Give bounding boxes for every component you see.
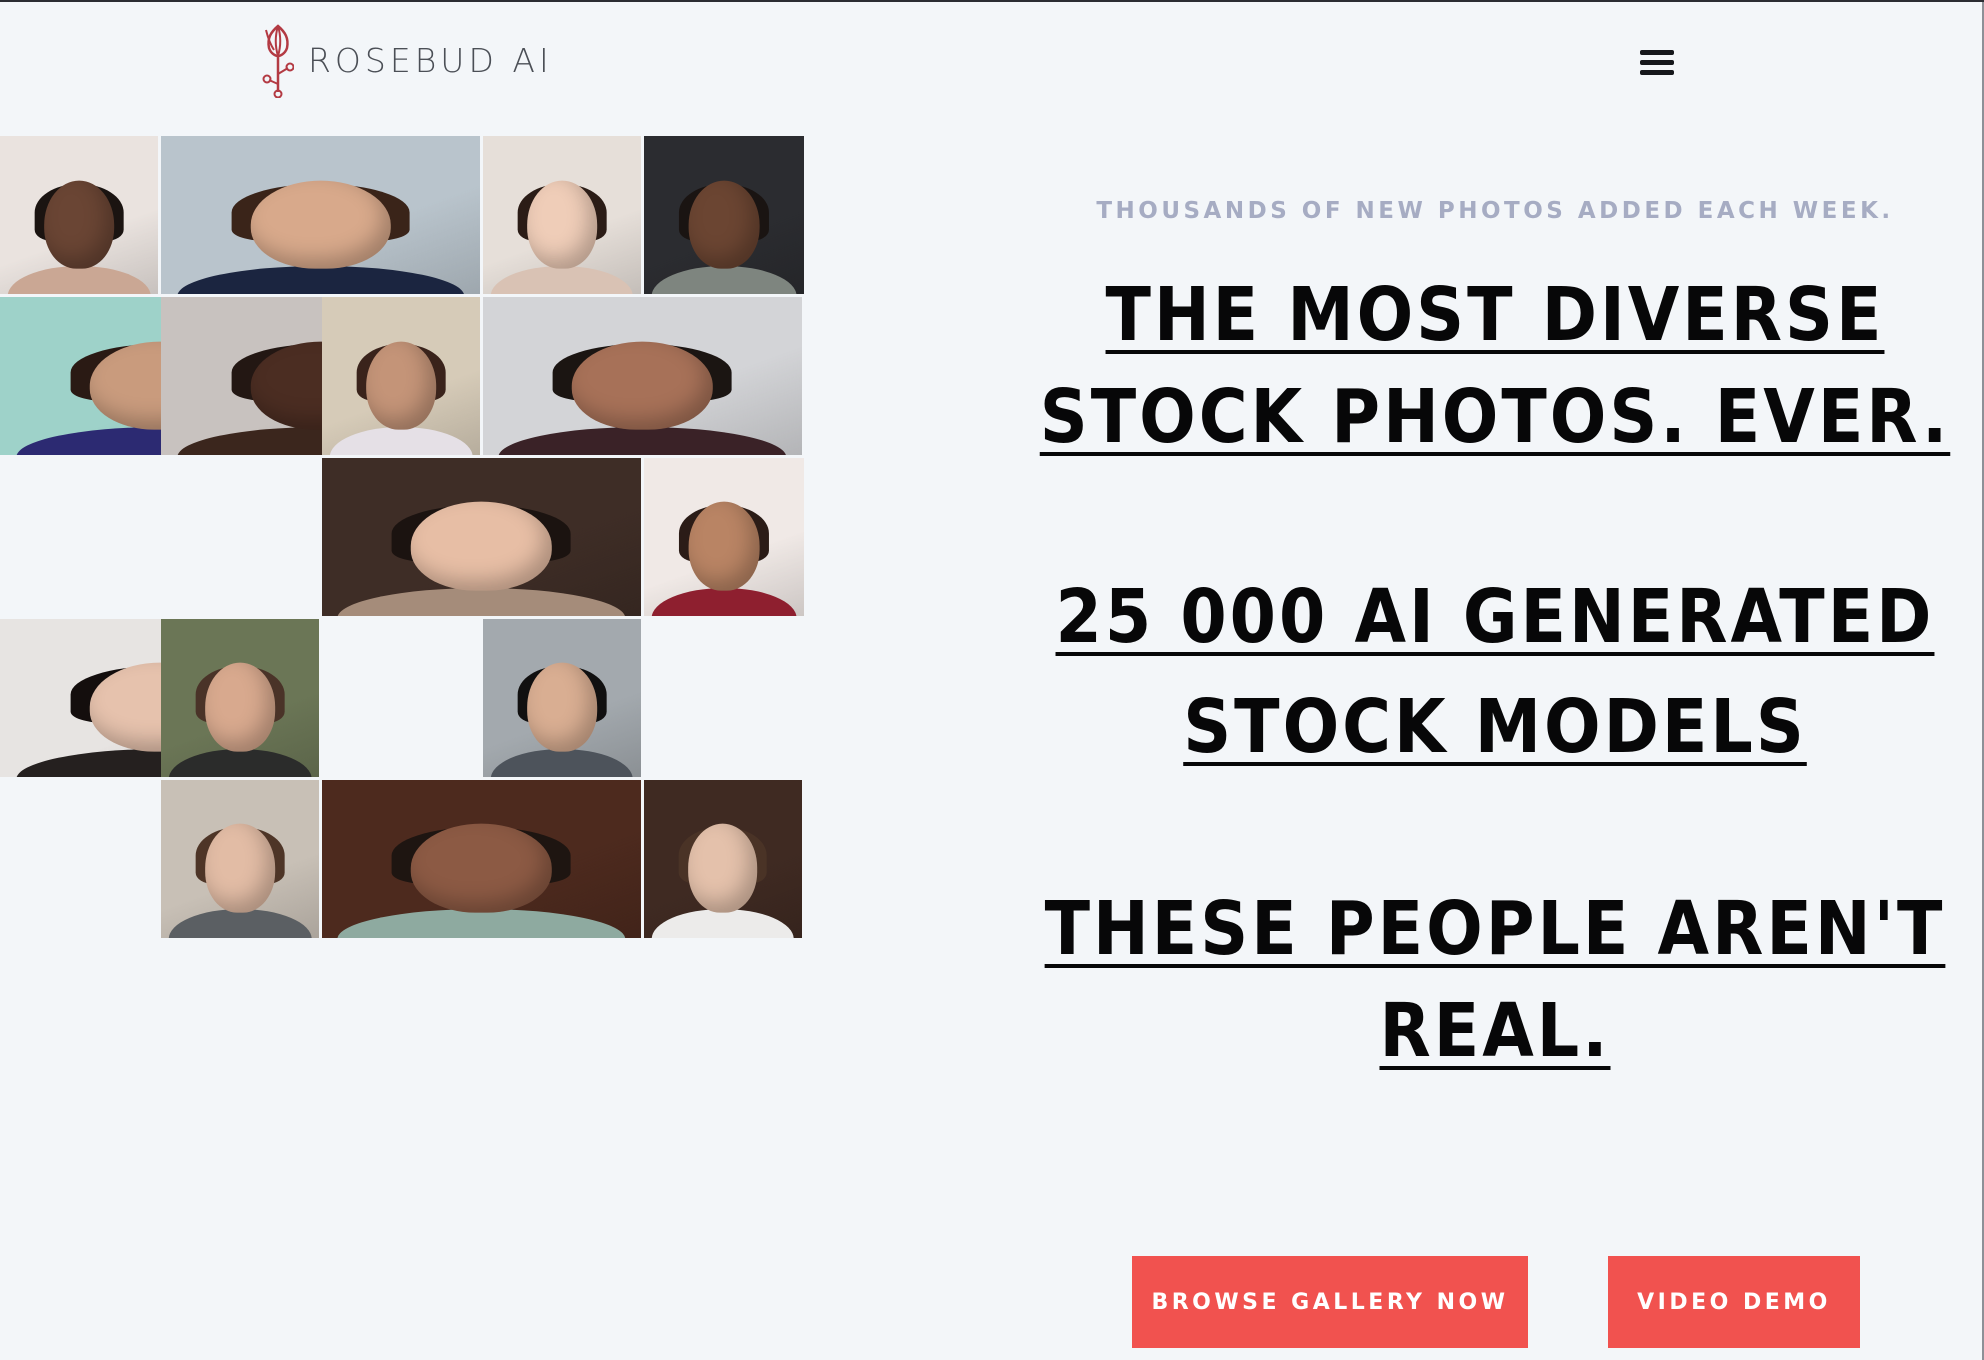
portrait-body [329,426,473,456]
portrait-woman-beach-floral[interactable] [321,296,481,456]
portrait-body [490,265,634,295]
portrait-man-black-hair[interactable] [482,618,642,778]
portrait-woman-hand-face[interactable] [160,618,320,778]
portrait-face [527,180,597,270]
portrait-body [490,748,634,778]
portrait-body [7,265,151,295]
portrait-face [411,502,552,591]
portrait-woman-natural-light[interactable] [643,779,802,938]
headline-not-real-line1: THESE PEOPLE AREN'T [1044,886,1946,972]
brand-name: ROSEBUD AI [308,40,553,80]
portrait-body [498,426,786,456]
portrait-face [687,823,758,913]
headline-diverse: THE MOST DIVERSE STOCK PHOTOS. EVER. [1010,264,1980,468]
rose-bud-icon [262,24,294,98]
portrait-man-suit-glass-hallway[interactable] [160,136,481,295]
hero-kicker: THOUSANDS OF NEW PHOTOS ADDED EACH WEEK. [1096,198,1894,224]
portrait-face [572,341,713,430]
portrait-face [527,663,597,752]
brand-logo[interactable]: ROSEBUD AI [262,22,553,98]
video-demo-button[interactable]: VIDEO DEMO [1608,1256,1860,1348]
portrait-face [44,180,115,270]
headline-models-line1: 25 000 AI GENERATED [1055,574,1935,660]
headline-models: 25 000 AI GENERATED STOCK MODELS [1010,562,1980,782]
portrait-woman-red-lips[interactable] [482,136,642,295]
portrait-face [688,502,760,591]
portrait-body [337,909,626,938]
portrait-body [337,587,626,617]
portrait-body [176,265,465,295]
portrait-woman-grey-jumpsuit-street[interactable] [643,136,805,295]
portrait-body [651,587,797,617]
portrait-man-curly-hair-outdoors[interactable] [321,779,642,938]
portrait-man-burgundy-suit[interactable] [482,296,802,456]
headline-models-line2: STOCK MODELS [1183,684,1807,770]
portrait-body [651,265,797,295]
portrait-woman-red-sequin-dress[interactable] [643,457,805,617]
hamburger-menu-icon[interactable] [1640,50,1674,76]
portrait-body [651,909,795,938]
headline-diverse-line2: STOCK PHOTOS. EVER. [1039,374,1951,460]
headline-not-real: THESE PEOPLE AREN'T REAL. [1010,878,1980,1082]
browse-gallery-button[interactable]: BROWSE GALLERY NOW [1132,1256,1528,1348]
headline-not-real-line2: REAL. [1379,988,1611,1074]
portrait-gallery-grid [0,136,805,938]
portrait-face [250,180,391,270]
portrait-face [205,823,275,913]
portrait-young-man-studio[interactable] [0,136,159,295]
portrait-body [168,909,312,938]
portrait-face [366,341,436,430]
portrait-woman-asian-closeup[interactable] [321,457,642,617]
portrait-face [205,663,275,752]
portrait-woman-brown-hair-smile[interactable] [160,779,320,938]
portrait-body [168,748,312,778]
portrait-face [411,823,552,913]
portrait-face [688,180,760,270]
headline-diverse-line1: THE MOST DIVERSE [1105,272,1885,358]
